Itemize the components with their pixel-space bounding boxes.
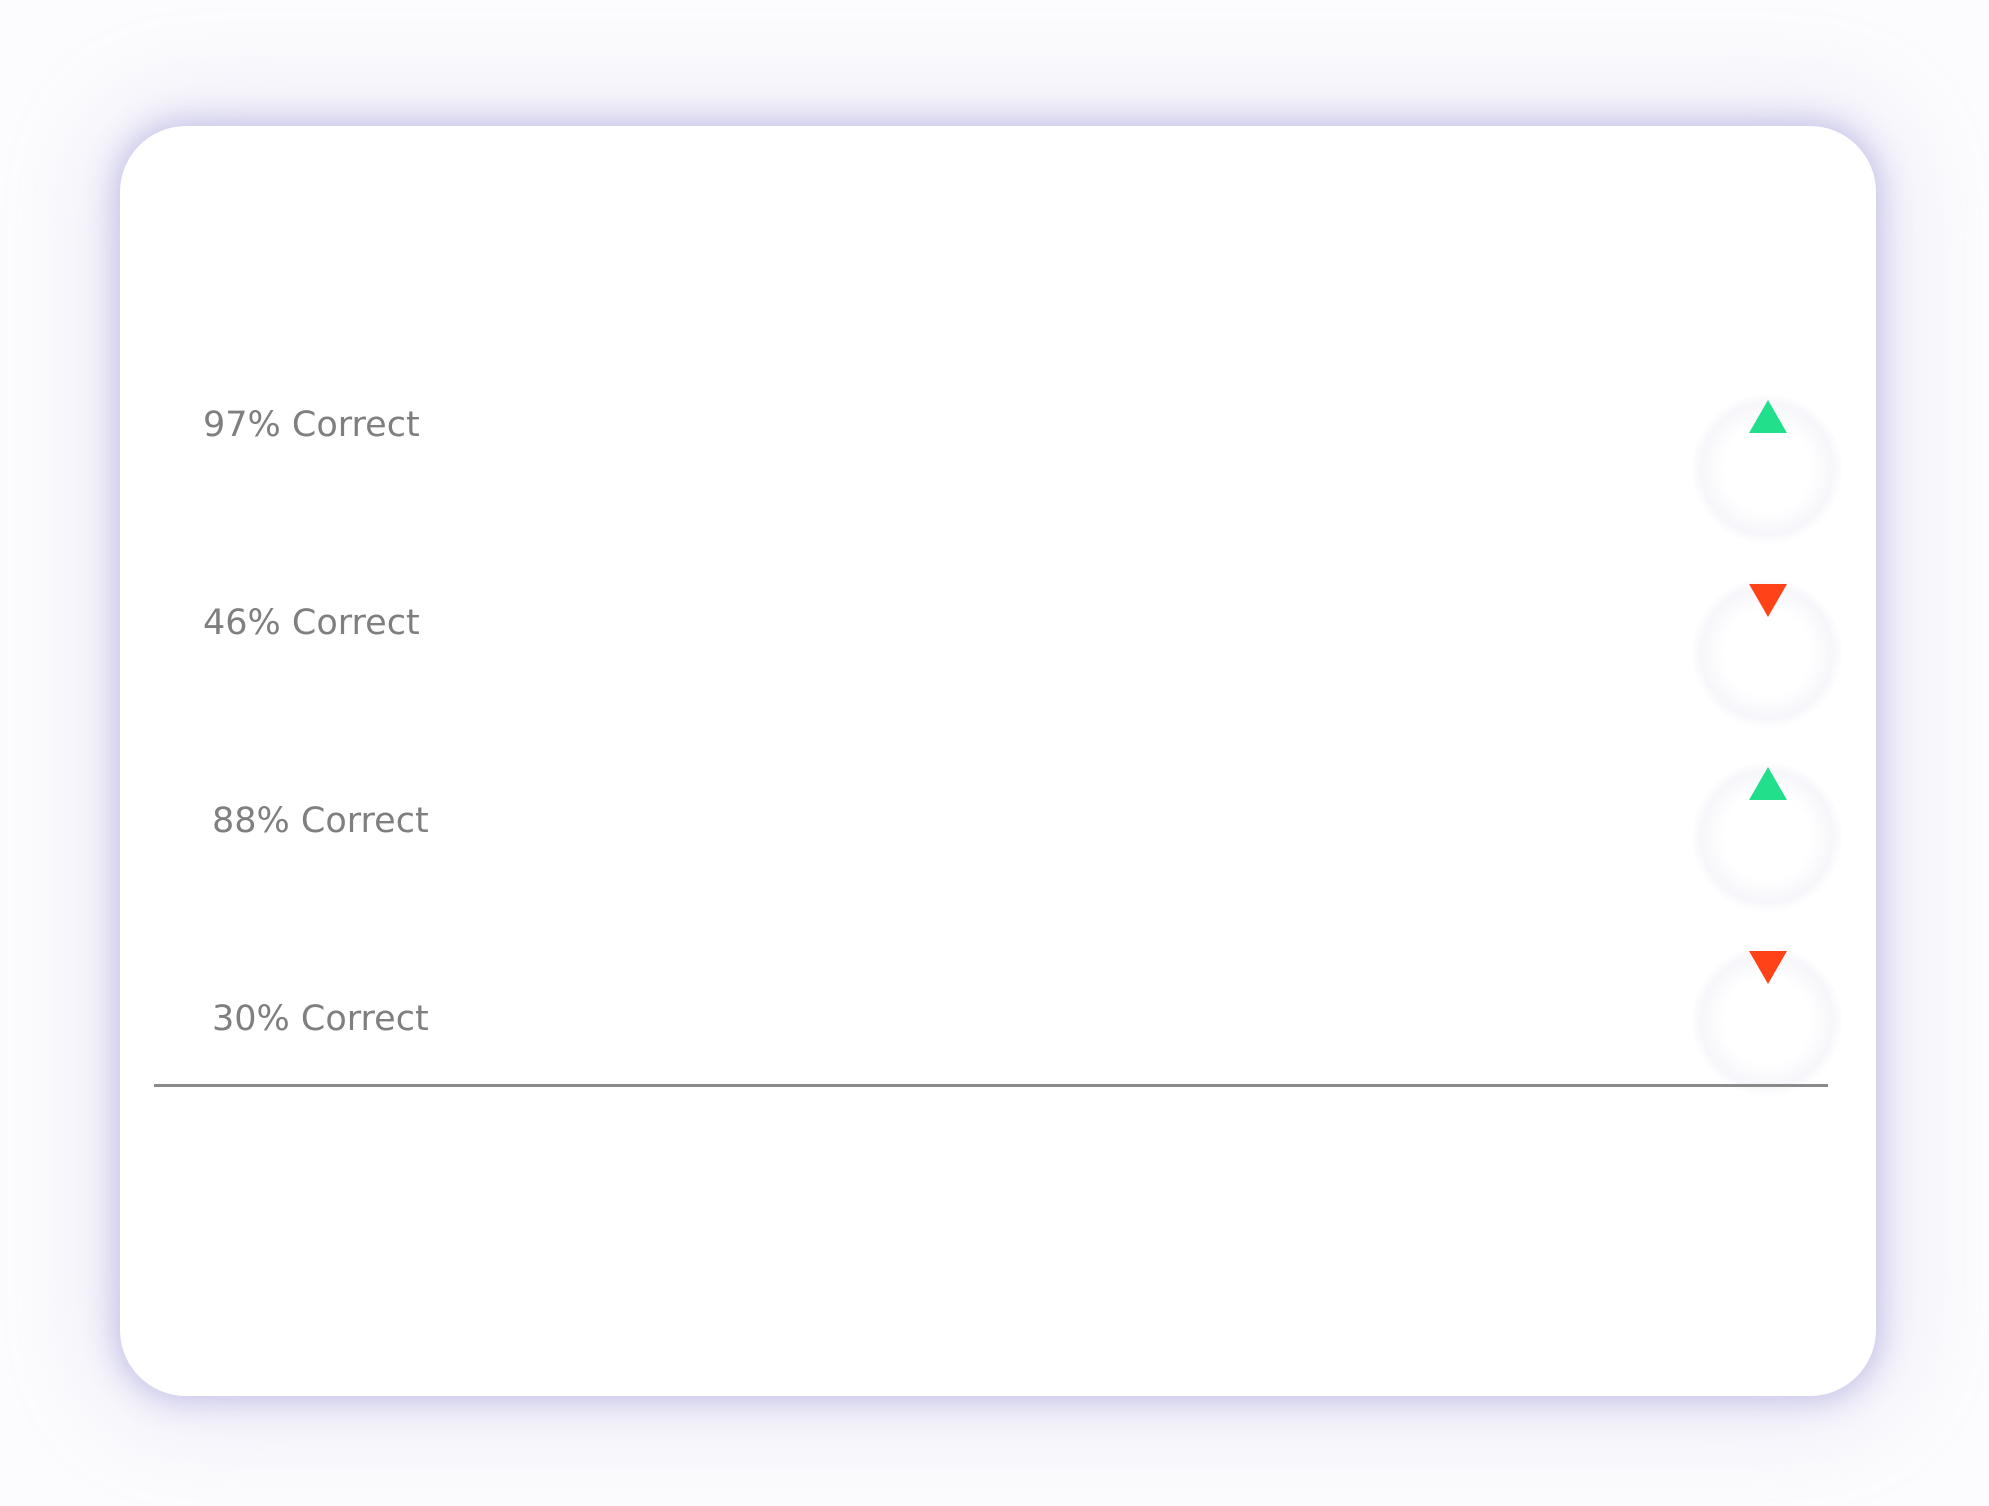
divider-line [154,1084,1828,1087]
result-label: 88% Correct [212,801,429,841]
triangle-up-icon [1749,767,1787,800]
triangle-up-icon [1749,400,1787,433]
results-card: 97% Correct 46% Correct 88% Correct 30% … [120,126,1876,1396]
result-label: 46% Correct [203,603,420,643]
triangle-down-icon [1749,584,1787,617]
result-label: 30% Correct [212,999,429,1039]
result-label: 97% Correct [203,405,420,445]
triangle-down-icon [1749,951,1787,984]
